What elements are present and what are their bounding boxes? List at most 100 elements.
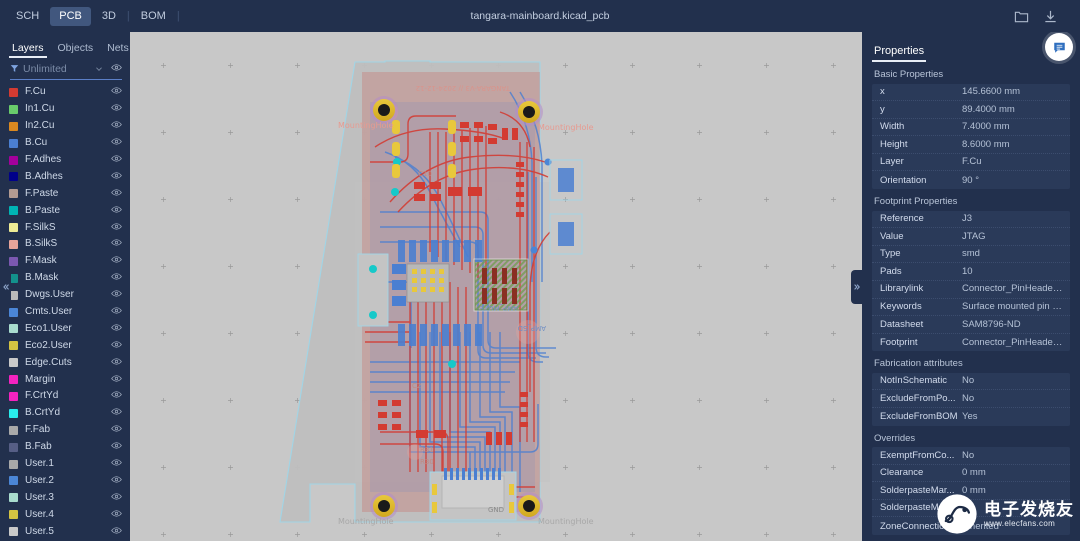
eye-icon[interactable]: [111, 489, 122, 507]
layer-color-swatch[interactable]: [9, 425, 18, 435]
pcb-canvas[interactable]: MountingHole MountingHole MountingHole M…: [130, 32, 862, 541]
property-row[interactable]: ExemptFromCo... No: [872, 447, 1070, 465]
eye-icon[interactable]: [111, 185, 122, 203]
property-value[interactable]: Yes: [962, 412, 1064, 422]
property-value[interactable]: Connector_PinHeader_1...: [962, 284, 1064, 294]
layer-row-user-1[interactable]: User.1: [0, 456, 130, 473]
pcb-board-render[interactable]: MountingHole MountingHole MountingHole M…: [130, 32, 862, 541]
layer-color-swatch[interactable]: [9, 493, 18, 503]
property-row[interactable]: Datasheet SAM8796-ND: [872, 316, 1070, 334]
eye-icon[interactable]: [111, 269, 122, 287]
eye-icon[interactable]: [111, 421, 122, 439]
property-value[interactable]: Inherited: [962, 522, 1064, 532]
property-value[interactable]: No: [962, 394, 1064, 404]
layer-color-swatch[interactable]: [9, 104, 18, 114]
layer-color-swatch[interactable]: [9, 138, 18, 148]
eye-icon[interactable]: [111, 303, 122, 321]
layer-color-swatch[interactable]: [9, 307, 18, 317]
property-row[interactable]: Width 7.4000 mm: [872, 119, 1070, 137]
property-row[interactable]: Height 8.6000 mm: [872, 136, 1070, 154]
layer-row-in1-cu[interactable]: In1.Cu: [0, 101, 130, 118]
eye-icon[interactable]: [111, 235, 122, 253]
property-row[interactable]: Keywords Surface mounted pin he...: [872, 299, 1070, 317]
layer-color-swatch[interactable]: [9, 324, 18, 334]
layer-row-f-mask[interactable]: F.Mask: [0, 253, 130, 270]
collapse-left-panel-handle[interactable]: [0, 269, 11, 304]
chat-bubble-icon[interactable]: [1045, 33, 1073, 61]
property-value[interactable]: 0 mm: [962, 468, 1064, 478]
property-row[interactable]: Librarylink Connector_PinHeader_1...: [872, 281, 1070, 299]
property-value[interactable]: No: [962, 376, 1064, 386]
layer-filter-input[interactable]: Unlimited: [23, 64, 91, 75]
tab-layers[interactable]: Layers: [9, 42, 46, 58]
layer-row-f-paste[interactable]: F.Paste: [0, 185, 130, 202]
property-value[interactable]: 145.6600 mm: [962, 87, 1064, 97]
property-row[interactable]: Reference J3: [872, 211, 1070, 229]
layer-row-f-silks[interactable]: F.SilkS: [0, 219, 130, 236]
property-value[interactable]: 90 °: [962, 176, 1064, 186]
property-row[interactable]: ExcludeFromBOM Yes: [872, 408, 1070, 426]
eye-icon[interactable]: [111, 202, 122, 220]
eye-icon[interactable]: [111, 438, 122, 456]
layer-row-margin[interactable]: Margin: [0, 371, 130, 388]
property-value[interactable]: No: [962, 451, 1064, 461]
layer-row-edge-cuts[interactable]: Edge.Cuts: [0, 354, 130, 371]
property-row[interactable]: Value JTAG: [872, 228, 1070, 246]
layer-color-swatch[interactable]: [9, 375, 18, 385]
property-row[interactable]: Footprint Connector_PinHeader_1...: [872, 334, 1070, 352]
eye-icon[interactable]: [111, 151, 122, 169]
property-value[interactable]: 7.4000 mm: [962, 122, 1064, 132]
layer-row-user-3[interactable]: User.3: [0, 489, 130, 506]
property-value[interactable]: F.Cu: [962, 157, 1064, 167]
property-value[interactable]: JTAG: [962, 232, 1064, 242]
eye-icon[interactable]: [107, 60, 122, 78]
doc-tab-sch[interactable]: SCH: [7, 7, 48, 26]
layer-row-f-crtyd[interactable]: F.CrtYd: [0, 388, 130, 405]
layer-row-b-cu[interactable]: B.Cu: [0, 135, 130, 152]
layer-color-swatch[interactable]: [9, 172, 18, 182]
layer-row-f-adhes[interactable]: F.Adhes: [0, 152, 130, 169]
tab-objects[interactable]: Objects: [58, 42, 94, 57]
layer-color-swatch[interactable]: [9, 223, 18, 233]
eye-icon[interactable]: [111, 472, 122, 490]
tab-nets[interactable]: Nets: [107, 42, 129, 57]
eye-icon[interactable]: [111, 100, 122, 118]
layer-row-eco2-user[interactable]: Eco2.User: [0, 337, 130, 354]
eye-icon[interactable]: [111, 371, 122, 389]
layer-row-f-cu[interactable]: F.Cu: [0, 84, 130, 101]
property-row[interactable]: SolderpasteMar... 0 mm: [872, 482, 1070, 500]
property-value[interactable]: SAM8796-ND: [962, 320, 1064, 330]
property-value[interactable]: 89.4000 mm: [962, 105, 1064, 115]
layer-row-dwgs-user[interactable]: Dwgs.User: [0, 287, 130, 304]
eye-icon[interactable]: [111, 252, 122, 270]
property-row[interactable]: ZoneConnection Inherited: [872, 517, 1070, 535]
layer-row-user-5[interactable]: User.5: [0, 523, 130, 540]
layer-color-swatch[interactable]: [9, 358, 18, 368]
property-value[interactable]: 8.6000 mm: [962, 140, 1064, 150]
download-icon[interactable]: [1043, 9, 1058, 24]
layer-color-swatch[interactable]: [9, 256, 18, 266]
property-row[interactable]: SolderpasteMar... 0: [872, 500, 1070, 518]
layer-row-cmts-user[interactable]: Cmts.User: [0, 304, 130, 321]
property-row[interactable]: Orientation 90 °: [872, 171, 1070, 189]
layer-color-swatch[interactable]: [9, 155, 18, 165]
layer-row-b-fab[interactable]: B.Fab: [0, 439, 130, 456]
properties-sections[interactable]: Basic Properties x 145.6600 mm y 89.4000 mm W…: [862, 62, 1080, 541]
eye-icon[interactable]: [111, 134, 122, 152]
property-row[interactable]: Type smd: [872, 246, 1070, 264]
layer-color-swatch[interactable]: [9, 476, 18, 486]
layer-row-in2-cu[interactable]: In2.Cu: [0, 118, 130, 135]
property-row[interactable]: ExcludeFromPo... No: [872, 390, 1070, 408]
property-value[interactable]: 0: [962, 503, 1064, 513]
folder-icon[interactable]: [1014, 9, 1029, 24]
layer-color-swatch[interactable]: [9, 527, 18, 537]
layer-row-eco1-user[interactable]: Eco1.User: [0, 320, 130, 337]
property-value[interactable]: 10: [962, 267, 1064, 277]
property-row[interactable]: Pads 10: [872, 263, 1070, 281]
eye-icon[interactable]: [111, 404, 122, 422]
layer-color-swatch[interactable]: [9, 121, 18, 131]
eye-icon[interactable]: [111, 387, 122, 405]
property-row[interactable]: Clearance 0 mm: [872, 465, 1070, 483]
eye-icon[interactable]: [111, 117, 122, 135]
doc-tab-bom[interactable]: BOM: [132, 7, 175, 26]
